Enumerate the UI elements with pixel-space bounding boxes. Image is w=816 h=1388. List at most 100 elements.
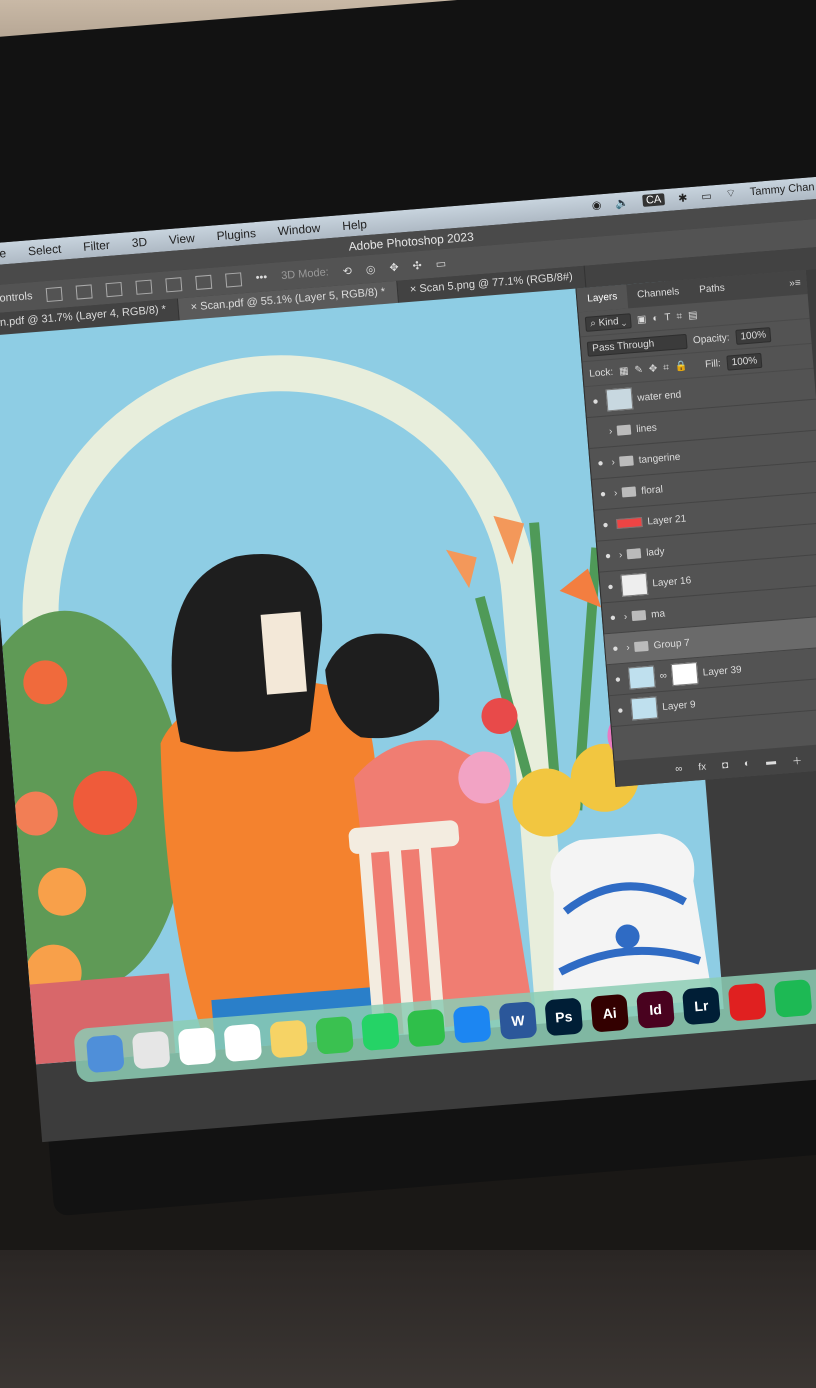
battery-icon[interactable]: ▭	[701, 189, 712, 203]
bluetooth-icon[interactable]: ✱	[678, 191, 688, 205]
orbit-icon[interactable]: ⟲	[342, 264, 352, 278]
align-center-icon[interactable]	[75, 284, 93, 300]
dock-app-icon[interactable]	[223, 1023, 263, 1063]
adjustment-icon[interactable]: ◐	[744, 758, 751, 769]
dock-app-icon[interactable]	[452, 1004, 492, 1044]
align-top-icon[interactable]	[135, 279, 153, 295]
menu-item-window[interactable]: Window	[277, 221, 321, 238]
layer-name: floral	[640, 483, 664, 497]
eye-icon[interactable]: ●	[604, 581, 617, 593]
user-name[interactable]: Tammy Chan	[749, 181, 815, 198]
align-right-icon[interactable]	[105, 281, 123, 298]
dock-app-icon[interactable]	[131, 1030, 171, 1070]
opacity-input[interactable]: 100%	[734, 326, 772, 345]
lock-all-icon[interactable]: 🔒	[674, 360, 687, 372]
fill-input[interactable]: 100%	[726, 352, 763, 371]
dock-app-icon[interactable]: W	[498, 1001, 538, 1040]
type-filter-icon[interactable]: T	[664, 312, 671, 323]
filter-kind-select[interactable]: ⌕ Kind ⌄	[584, 312, 632, 332]
opacity-label: Opacity:	[692, 331, 730, 346]
layer-thumbnail	[616, 516, 643, 530]
wifi-icon[interactable]: ⌔	[725, 186, 736, 201]
transform-controls-label[interactable]: n Controls	[0, 290, 33, 306]
tab-paths[interactable]: Paths	[688, 276, 735, 304]
dock-app-icon[interactable]	[269, 1019, 309, 1059]
camera-icon[interactable]: ▭	[435, 256, 446, 270]
roll-icon[interactable]: ◎	[365, 262, 376, 276]
tab-layers[interactable]: Layers	[576, 284, 629, 313]
menu-item-filter[interactable]: Filter	[83, 238, 111, 254]
layer-name: ma	[650, 607, 666, 621]
3d-mode-label: 3D Mode:	[280, 266, 330, 283]
lock-artboard-icon[interactable]: ⌗	[663, 362, 670, 373]
distribute-icon[interactable]	[225, 272, 243, 288]
input-source-badge[interactable]: CA	[642, 193, 665, 207]
menu-item-help[interactable]: Help	[342, 217, 368, 233]
layer-thumbnail	[605, 387, 634, 412]
eye-icon[interactable]: ●	[597, 488, 610, 500]
slide-icon[interactable]: ✣	[412, 258, 422, 272]
dock-app-icon[interactable]: Ps	[544, 997, 584, 1037]
folder-icon	[619, 455, 635, 467]
eye-icon[interactable]: ●	[589, 395, 602, 407]
chevron-right-icon[interactable]: ›	[623, 611, 627, 622]
pan-icon[interactable]: ✥	[389, 260, 399, 274]
layers-footer: ∞ fx ◘ ◐ ▬ ＋ 🗑	[614, 742, 816, 787]
new-layer-icon[interactable]: ＋	[791, 751, 803, 767]
dock-app-icon[interactable]: Id	[636, 990, 675, 1029]
eye-icon[interactable]: ●	[602, 550, 615, 562]
pixel-filter-icon[interactable]: ▣	[637, 314, 647, 326]
volume-icon[interactable]: 🔈	[615, 196, 630, 210]
record-icon[interactable]: ◉	[591, 198, 602, 212]
eye-hidden-icon[interactable]	[592, 432, 604, 433]
menu-item-3d[interactable]: 3D	[131, 235, 147, 250]
chevron-right-icon[interactable]: ›	[609, 426, 613, 437]
dock-app-icon[interactable]	[85, 1034, 125, 1074]
menu-item-select[interactable]: Select	[27, 242, 61, 259]
folder-icon	[626, 548, 642, 560]
smart-filter-icon[interactable]: ▤	[688, 309, 698, 321]
dock-app-icon[interactable]	[406, 1008, 446, 1048]
chevron-right-icon[interactable]: ›	[611, 457, 615, 468]
layer-name: Layer 21	[646, 512, 687, 528]
mask-thumbnail	[671, 662, 699, 687]
dock-app-icon[interactable]	[177, 1026, 217, 1066]
eye-icon[interactable]: ●	[594, 457, 607, 469]
dock-app-icon[interactable]	[361, 1012, 400, 1052]
chevron-right-icon[interactable]: ›	[619, 549, 623, 560]
mask-icon[interactable]: ◘	[722, 759, 729, 770]
tab-channels[interactable]: Channels	[626, 279, 690, 308]
align-bottom-icon[interactable]	[195, 274, 213, 290]
layer-thumbnail	[630, 696, 659, 721]
eye-icon[interactable]: ●	[609, 643, 622, 655]
link-layers-icon[interactable]: ∞	[675, 763, 683, 775]
dock-app-icon[interactable]: Lr	[681, 986, 721, 1026]
eye-icon[interactable]: ●	[599, 519, 612, 531]
lock-move-icon[interactable]: ✥	[648, 363, 657, 375]
eye-icon[interactable]: ●	[612, 673, 625, 685]
eye-icon[interactable]: ●	[607, 612, 620, 624]
shape-filter-icon[interactable]: ⌗	[676, 311, 683, 322]
menu-item-type[interactable]: pe	[0, 246, 7, 261]
align-middle-icon[interactable]	[165, 277, 183, 293]
more-options-button[interactable]: •••	[255, 271, 267, 284]
layer-name: Layer 9	[661, 698, 696, 713]
blend-mode-select[interactable]: Pass Through	[586, 333, 688, 357]
dock-app-icon[interactable]	[315, 1015, 354, 1055]
menu-item-plugins[interactable]: Plugins	[216, 226, 256, 243]
panel-expand-icon[interactable]: »≡	[789, 277, 807, 289]
fx-button[interactable]: fx	[698, 761, 707, 773]
new-group-icon[interactable]: ▬	[766, 756, 777, 768]
chevron-right-icon[interactable]: ›	[614, 487, 618, 498]
eye-icon[interactable]: ●	[614, 704, 627, 716]
dock-app-icon[interactable]	[727, 982, 767, 1022]
dock-app-icon[interactable]	[773, 979, 813, 1018]
lock-paint-icon[interactable]: ✎	[634, 364, 643, 376]
align-left-icon[interactable]	[45, 286, 63, 303]
chevron-right-icon[interactable]: ›	[626, 642, 630, 653]
layer-name: water end	[636, 388, 682, 404]
dock-app-icon[interactable]: Ai	[590, 993, 630, 1033]
menu-item-view[interactable]: View	[168, 231, 195, 247]
adjust-filter-icon[interactable]: ◐	[652, 313, 659, 324]
lock-transparent-icon[interactable]: ▦	[619, 365, 629, 377]
